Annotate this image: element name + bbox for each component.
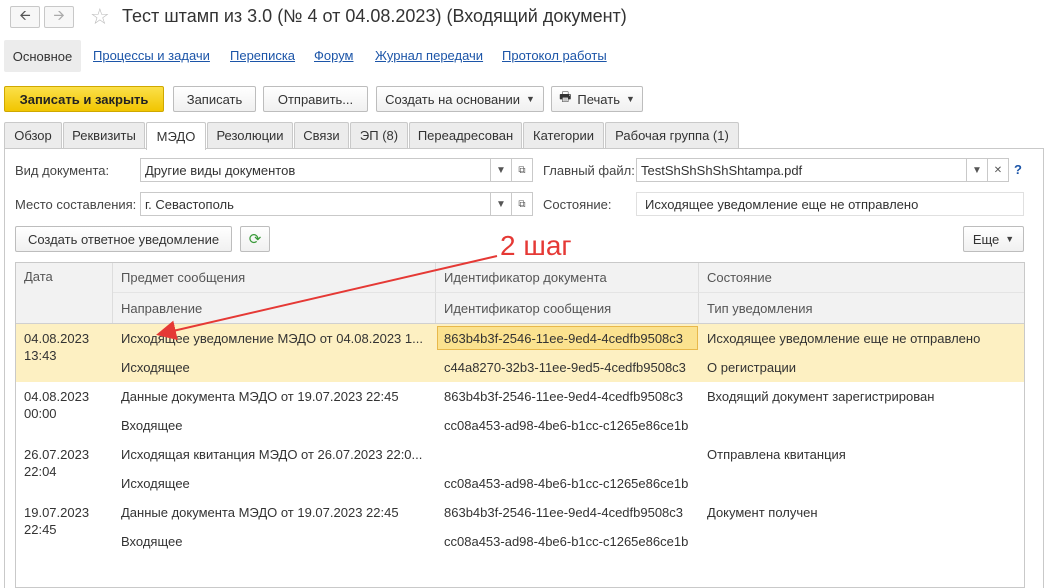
- annotation-arrow-icon: [156, 255, 498, 341]
